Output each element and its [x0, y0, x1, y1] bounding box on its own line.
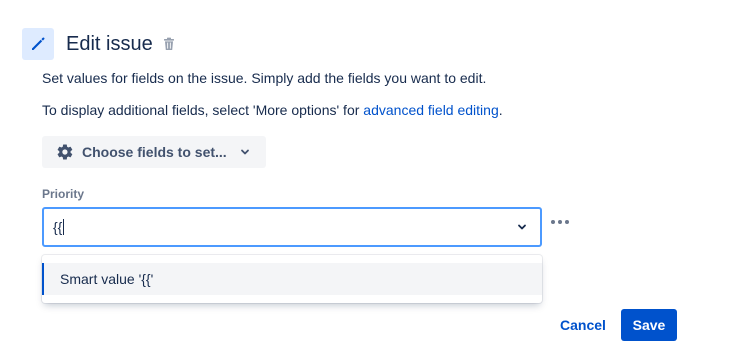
description-line-2-text: To display additional fields, select 'Mo…	[42, 102, 364, 118]
description-line-1: Set values for fields on the issue. Simp…	[42, 70, 487, 86]
text-cursor	[63, 219, 65, 235]
trash-icon[interactable]	[162, 37, 176, 51]
ellipsis-icon[interactable]	[550, 218, 570, 226]
priority-input[interactable]: {{	[42, 207, 542, 247]
edit-issue-icon-tile	[22, 28, 54, 60]
priority-label: Priority	[42, 187, 85, 201]
smart-value-option[interactable]: Smart value '{{'	[42, 263, 542, 295]
cancel-button[interactable]: Cancel	[554, 309, 612, 341]
priority-input-value: {{	[53, 219, 63, 235]
description-line-2: To display additional fields, select 'Mo…	[42, 101, 503, 119]
advanced-field-editing-link[interactable]: advanced field editing	[363, 102, 498, 118]
pencil-icon	[32, 37, 45, 50]
save-button[interactable]: Save	[621, 309, 677, 341]
gear-icon	[57, 144, 73, 160]
choose-fields-button[interactable]: Choose fields to set...	[42, 136, 266, 168]
chevron-down-icon	[240, 149, 249, 155]
description-line-2-suffix: .	[498, 102, 503, 118]
priority-dropdown-menu: Smart value '{{'	[42, 255, 542, 303]
choose-fields-label: Choose fields to set...	[82, 144, 227, 160]
chevron-down-icon[interactable]	[516, 221, 528, 233]
page-title: Edit issue	[66, 33, 153, 55]
